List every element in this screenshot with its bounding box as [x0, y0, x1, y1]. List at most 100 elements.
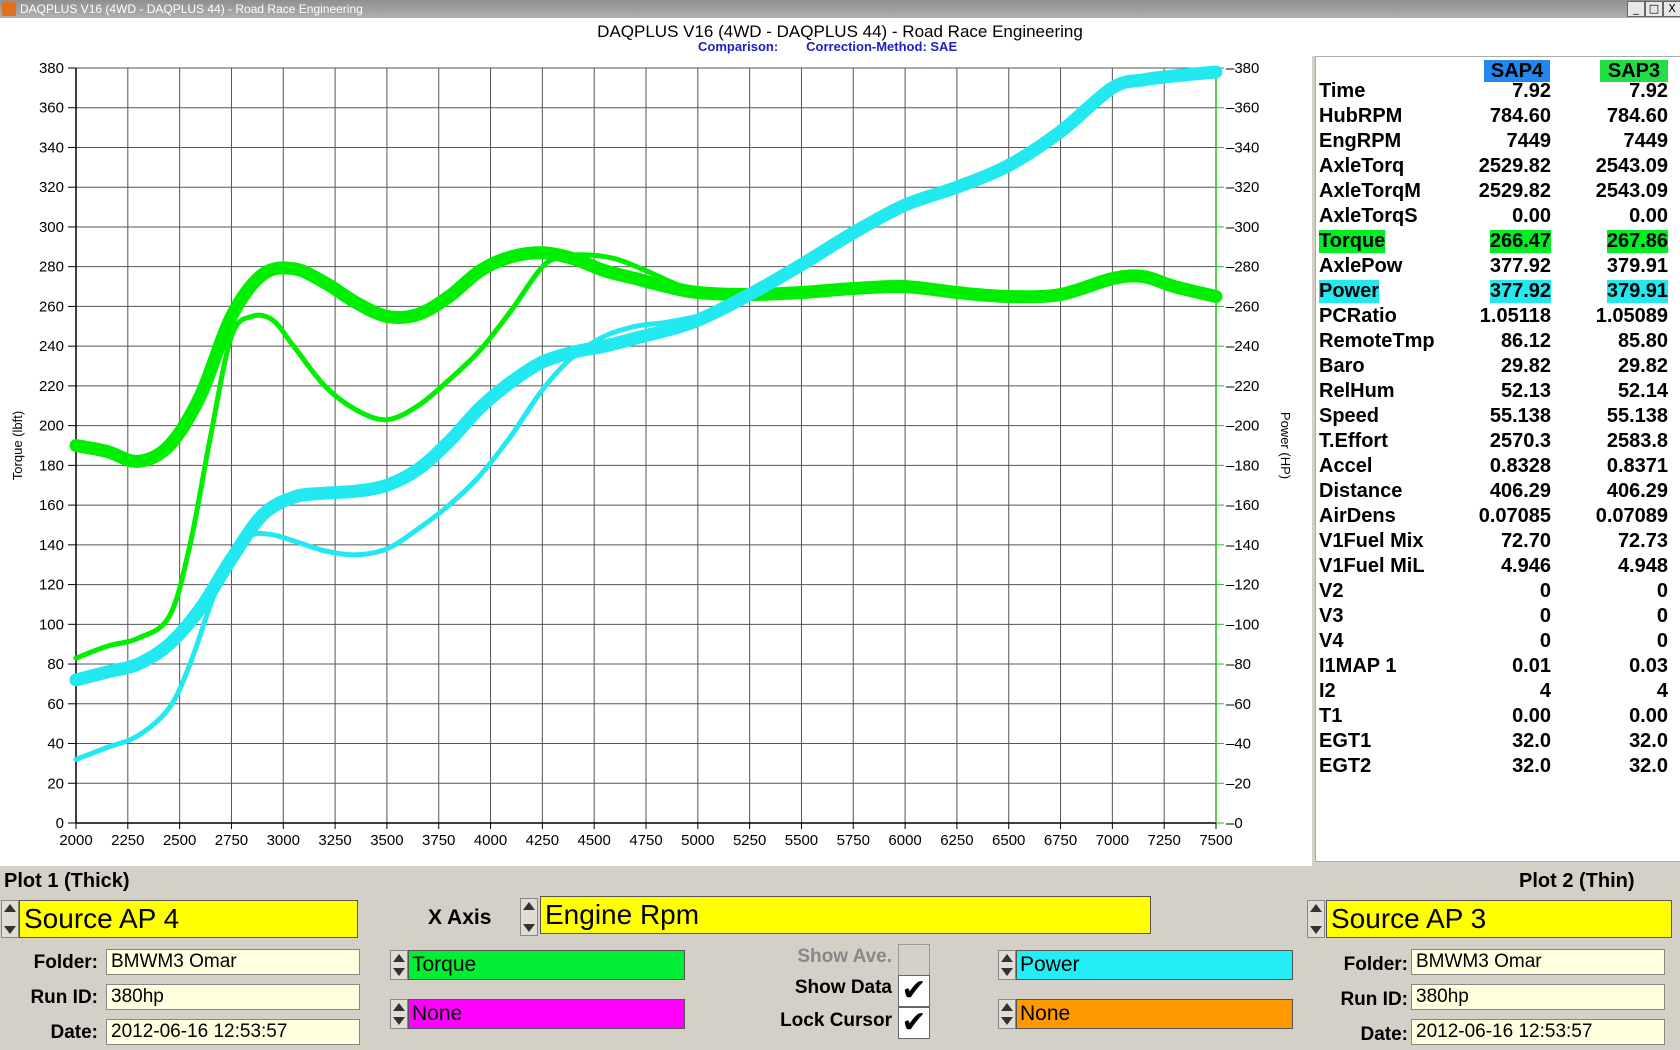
row-label: Power — [1319, 280, 1380, 303]
spinner-up-icon[interactable] — [393, 1003, 405, 1011]
plot2-date-field[interactable]: 2012-06-16 12:53:57 — [1411, 1019, 1665, 1045]
spinner-down-icon[interactable] — [1310, 926, 1322, 934]
row-value-sap3: 2543.09 — [1595, 180, 1668, 202]
x-axis-spinner[interactable] — [520, 898, 538, 936]
spinner-up-icon[interactable] — [4, 904, 16, 912]
y2-tick-label: –160 — [1226, 497, 1259, 514]
right-channel2-select[interactable]: None — [1016, 999, 1293, 1029]
plot2-source-select[interactable]: Source AP 3 — [1326, 900, 1672, 938]
chart-header: DAQPLUS V16 (4WD - DAQPLUS 44) - Road Ra… — [0, 18, 1680, 56]
row-value-sap3: 0.8371 — [1606, 455, 1668, 477]
row-label: V1Fuel Mix — [1319, 530, 1424, 552]
row-label: Distance — [1319, 480, 1403, 502]
plot1-source-select[interactable]: Source AP 4 — [19, 900, 358, 938]
plot2-source-spinner[interactable] — [1307, 900, 1325, 938]
row-value-sap3: 267.86 — [1606, 230, 1668, 253]
spinner-down-icon[interactable] — [4, 926, 16, 934]
y2-tick-label: –220 — [1226, 378, 1259, 395]
table-row: V1Fuel MiL 4.946 4.948 — [1316, 555, 1680, 580]
table-row: AxleTorqM 2529.82 2543.09 — [1316, 180, 1680, 205]
control-panel: Plot 1 (Thick) Plot 2 (Thin) Source AP 4… — [0, 866, 1680, 1050]
table-row: RelHum 52.13 52.14 — [1316, 380, 1680, 405]
spinner-up-icon[interactable] — [1001, 1003, 1013, 1011]
table-row: I2 4 4 — [1316, 680, 1680, 705]
x-tick-label: 6500 — [992, 832, 1025, 849]
x-tick-label: 3000 — [267, 832, 300, 849]
row-value-sap4: 2529.82 — [1478, 180, 1551, 202]
row-value-sap3: 0.00 — [1629, 205, 1668, 227]
row-value-sap3: 32.0 — [1629, 755, 1668, 777]
table-row: T.Effort 2570.3 2583.8 — [1316, 430, 1680, 455]
y2-tick-label: –180 — [1226, 457, 1259, 474]
row-label: T.Effort — [1319, 430, 1388, 452]
row-value-sap3: 4.948 — [1617, 555, 1668, 577]
show-data-checkbox[interactable]: ✔ — [898, 975, 930, 1007]
x-axis-select[interactable]: Engine Rpm — [540, 896, 1151, 934]
spinner-down-icon[interactable] — [1001, 968, 1013, 976]
right-channel1-select[interactable]: Power — [1016, 950, 1293, 980]
row-value-sap4: 0.01 — [1512, 655, 1551, 677]
left-channel1-select[interactable]: Torque — [408, 950, 685, 980]
row-value-sap4: 266.47 — [1489, 230, 1551, 253]
x-tick-label: 2750 — [215, 832, 248, 849]
x-tick-label: 5500 — [785, 832, 818, 849]
maximize-button[interactable]: □ — [1645, 1, 1663, 17]
dyno-chart[interactable]: 2000 2250 2500 2750 3000 3250 3500 3750 4000 4250… — [0, 56, 1312, 866]
row-value-sap4: 406.29 — [1489, 480, 1551, 502]
row-label: EGT1 — [1319, 730, 1372, 752]
x-tick-label: 6750 — [1044, 832, 1077, 849]
spinner-up-icon[interactable] — [523, 902, 535, 910]
spinner-up-icon[interactable] — [1310, 904, 1322, 912]
row-value-sap4: 0.8328 — [1489, 455, 1551, 477]
left-channel1-spinner[interactable] — [390, 950, 408, 980]
plot1-folder-field[interactable]: BMWM3 Omar — [106, 949, 360, 975]
table-row: EGT2 32.0 32.0 — [1316, 755, 1680, 780]
spinner-up-icon[interactable] — [1001, 954, 1013, 962]
table-row: RemoteTmp 86.12 85.80 — [1316, 330, 1680, 355]
row-label: V2 — [1319, 580, 1344, 602]
row-value-sap3: 784.60 — [1606, 105, 1668, 127]
row-value-sap4: 55.138 — [1489, 405, 1551, 427]
y-tick-label: 0 — [56, 815, 64, 832]
plot2-label: Plot 2 (Thin) — [1519, 870, 1635, 892]
y2-tick-label: –300 — [1226, 219, 1259, 236]
y-tick-label: 380 — [39, 60, 64, 77]
plot1-runid-field[interactable]: 380hp — [106, 984, 360, 1010]
row-value-sap4: 72.70 — [1500, 530, 1551, 552]
right-channel2-spinner[interactable] — [998, 999, 1016, 1029]
table-row: AirDens 0.07085 0.07089 — [1316, 505, 1680, 530]
spinner-down-icon[interactable] — [1001, 1017, 1013, 1025]
plot2-folder-field[interactable]: BMWM3 Omar — [1411, 949, 1665, 975]
plot1-date-field[interactable]: 2012-06-16 12:53:57 — [106, 1019, 360, 1045]
x-tick-label: 2500 — [163, 832, 196, 849]
close-button[interactable]: X — [1663, 1, 1680, 17]
show-ave-checkbox[interactable] — [898, 944, 930, 976]
plot2-runid-label: Run ID: — [1340, 989, 1408, 1010]
plot2-date-label: Date: — [1360, 1024, 1408, 1045]
left-channel2-select[interactable]: None — [408, 999, 685, 1029]
spinner-down-icon[interactable] — [393, 1017, 405, 1025]
spinner-up-icon[interactable] — [393, 954, 405, 962]
row-label: V3 — [1319, 605, 1344, 627]
y2-tick-label: –380 — [1226, 60, 1259, 77]
y2-tick-label: –360 — [1226, 100, 1259, 117]
minimize-button[interactable]: _ — [1627, 1, 1645, 17]
plot1-runid-label: Run ID: — [30, 987, 98, 1008]
x-tick-label: 6000 — [888, 832, 921, 849]
lock-cursor-checkbox[interactable]: ✔ — [898, 1007, 930, 1039]
plot2-runid-field[interactable]: 380hp — [1411, 984, 1665, 1010]
spinner-down-icon[interactable] — [393, 968, 405, 976]
y-tick-label: 280 — [39, 259, 64, 276]
plot1-source-spinner[interactable] — [1, 900, 19, 938]
left-channel2-spinner[interactable] — [390, 999, 408, 1029]
y2-tick-label: –240 — [1226, 338, 1259, 355]
dyno-chart-panel[interactable]: 2000 2250 2500 2750 3000 3250 3500 3750 4000 4250… — [0, 56, 1312, 867]
spinner-down-icon[interactable] — [523, 924, 535, 932]
x-tick-label: 4750 — [629, 832, 662, 849]
y2-tick-label: –60 — [1226, 696, 1251, 713]
right-channel1-spinner[interactable] — [998, 950, 1016, 980]
y-tick-label: 320 — [39, 179, 64, 196]
y-tick-label: 220 — [39, 378, 64, 395]
x-tick-label: 2000 — [59, 832, 92, 849]
row-value-sap4: 29.82 — [1500, 355, 1551, 377]
